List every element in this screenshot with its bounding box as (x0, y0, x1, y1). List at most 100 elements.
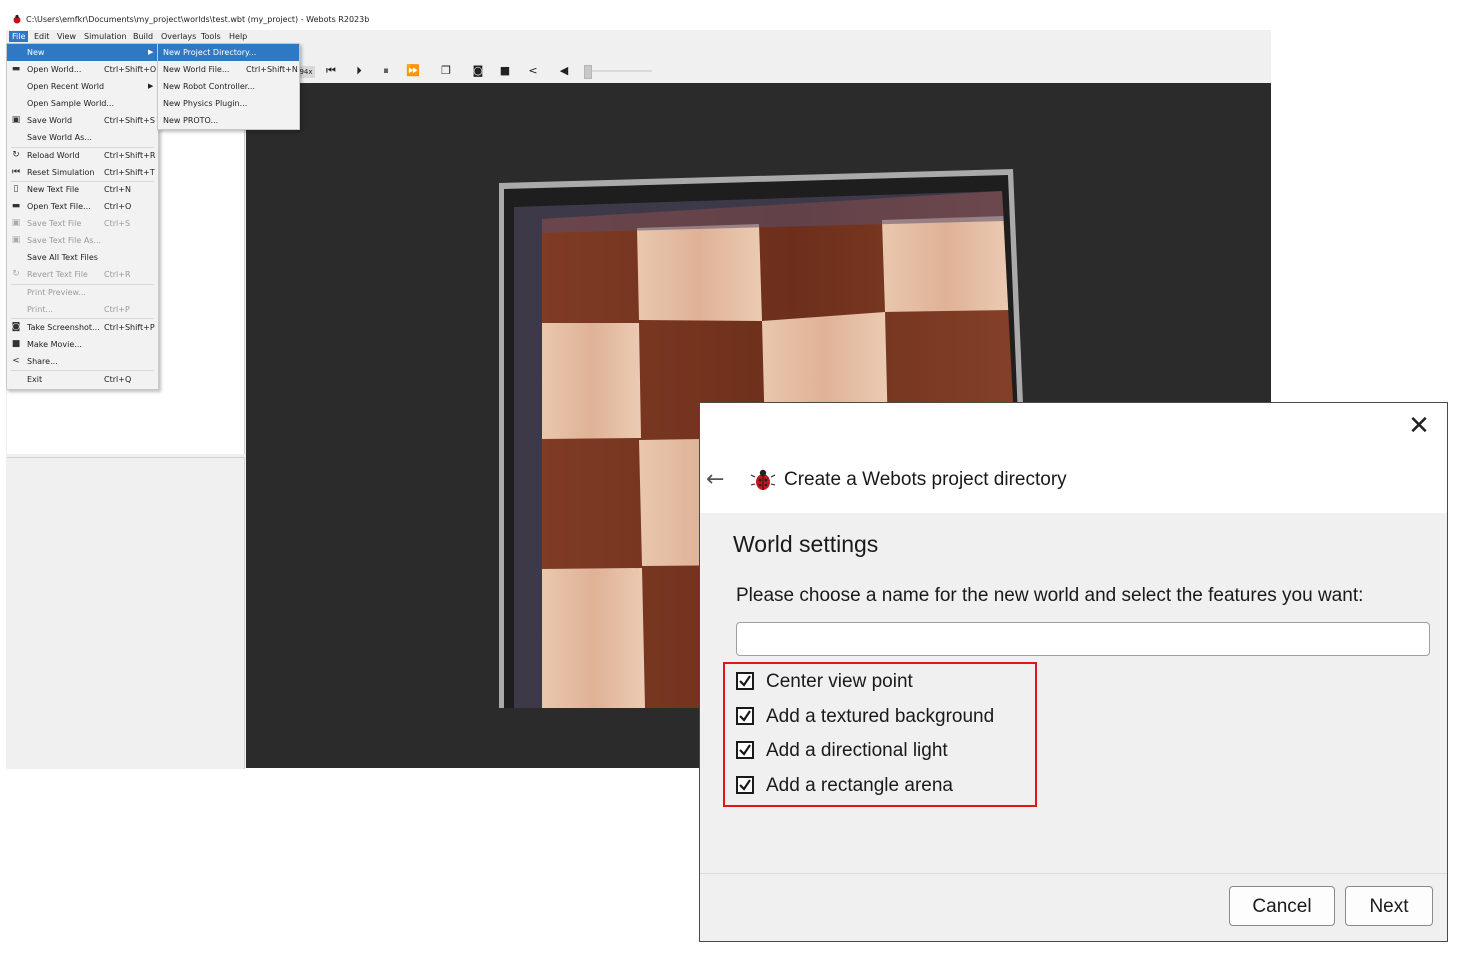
box-view-icon[interactable]: ❒ (439, 64, 453, 78)
menu-item-label: Save All Text Files (27, 253, 98, 262)
menu-item-label: New Text File (27, 185, 80, 194)
menu-item-shortcut: Ctrl+N (104, 185, 131, 194)
file-menu-new[interactable]: New ▶ (7, 44, 158, 61)
dialog-footer-divider (700, 873, 1447, 874)
step-icon[interactable]: ⏵ (352, 64, 366, 78)
share-icon[interactable]: < (526, 64, 540, 78)
file-menu-save-world[interactable]: ▣ Save World Ctrl+Shift+S (7, 112, 158, 129)
file-menu-revert-text-file: ↻ Revert Text File Ctrl+R (7, 266, 158, 283)
menu-item-label: Open Recent World (27, 82, 105, 91)
save-icon: ▣ (11, 235, 21, 245)
menu-item-shortcut: Ctrl+S (104, 219, 131, 228)
menu-item-label: Reload World (27, 151, 80, 160)
file-menu-open-world[interactable]: ▬ Open World... Ctrl+Shift+O (7, 61, 158, 78)
share-icon: < (12, 356, 20, 366)
menu-item-label: Make Movie... (27, 340, 82, 349)
new-menu-robot-controller[interactable]: New Robot Controller... (158, 78, 299, 95)
checkbox-checked-icon[interactable] (736, 776, 754, 794)
menu-item-label: Exit (27, 375, 43, 384)
dialog-title: Create a Webots project directory (784, 469, 1067, 490)
file-menu-make-movie[interactable]: ■ Make Movie... (7, 336, 158, 353)
menu-item-label: Open Text File... (27, 202, 91, 211)
new-menu-world-file[interactable]: New World File... Ctrl+Shift+N (158, 61, 299, 78)
file-menu-save-world-as[interactable]: Save World As... (7, 129, 158, 146)
menu-item-label: Reset Simulation (27, 168, 95, 177)
menu-item-label: Save Text File (27, 219, 82, 228)
menu-bar: File Edit View Simulation Build Overlays… (6, 30, 1271, 43)
submenu-arrow-icon: ▶ (148, 48, 154, 56)
checkbox-checked-icon[interactable] (736, 672, 754, 690)
menu-item-label: Revert Text File (27, 270, 88, 279)
menu-edit[interactable]: Edit (31, 31, 53, 42)
folder-icon: ▬ (11, 64, 21, 74)
reset-icon[interactable]: ⏮ (324, 64, 338, 78)
menu-item-shortcut: Ctrl+Shift+N (246, 65, 298, 74)
window-title: C:\Users\emfkr\Documents\my_project\worl… (26, 15, 370, 24)
menu-simulation[interactable]: Simulation (81, 31, 130, 42)
menu-item-label: Print Preview... (27, 288, 86, 297)
menu-item-label: New Physics Plugin... (163, 99, 248, 108)
menu-file[interactable]: File (9, 31, 29, 42)
menu-overlays[interactable]: Overlays (158, 31, 199, 42)
menu-item-label: Save World (27, 116, 73, 125)
movie-icon[interactable]: ■ (498, 64, 512, 78)
menu-item-label: New PROTO... (163, 116, 219, 125)
menu-item-shortcut: Ctrl+P (104, 305, 130, 314)
next-button[interactable]: Next (1345, 886, 1433, 926)
folder-icon: ▬ (11, 201, 21, 211)
close-icon[interactable]: ✕ (1404, 411, 1434, 441)
world-name-input[interactable] (736, 622, 1430, 656)
file-menu-reload-world[interactable]: ↻ Reload World Ctrl+Shift+R (7, 147, 158, 164)
file-menu-exit[interactable]: Exit Ctrl+Q (7, 371, 158, 388)
file-menu-open-text-file[interactable]: ▬ Open Text File... Ctrl+O (7, 198, 158, 215)
dialog-header (700, 403, 1447, 513)
menu-item-shortcut: Ctrl+Shift+O (104, 65, 157, 74)
file-menu-open-recent-world[interactable]: Open Recent World ▶ (7, 78, 158, 95)
menu-item-shortcut: Ctrl+Shift+R (104, 151, 156, 160)
movie-icon: ■ (11, 339, 21, 349)
camera-icon[interactable]: ◙ (471, 64, 485, 78)
file-menu-reset-simulation[interactable]: ⏮ Reset Simulation Ctrl+Shift+T (7, 164, 158, 181)
menu-tools[interactable]: Tools (198, 31, 224, 42)
new-menu-proto[interactable]: New PROTO... (158, 112, 299, 129)
menu-build[interactable]: Build (130, 31, 156, 42)
file-menu-save-all-text-files[interactable]: Save All Text Files (7, 249, 158, 266)
field-editor (7, 457, 245, 769)
volume-slider-handle[interactable] (584, 65, 592, 79)
new-menu-project-directory[interactable]: New Project Directory... (158, 44, 299, 61)
menu-item-shortcut: Ctrl+R (104, 270, 131, 279)
volume-slider[interactable] (586, 70, 652, 72)
menu-help[interactable]: Help (226, 31, 250, 42)
fast-forward-icon[interactable]: ⏩ (406, 64, 420, 78)
menu-item-label: Print... (27, 305, 54, 314)
menu-view[interactable]: View (54, 31, 79, 42)
option-label: Add a textured background (766, 706, 995, 727)
new-menu-physics-plugin[interactable]: New Physics Plugin... (158, 95, 299, 112)
cancel-button[interactable]: Cancel (1229, 886, 1335, 926)
webots-logo-icon (13, 14, 21, 24)
option-label: Add a rectangle arena (766, 775, 953, 796)
project-wizard-dialog: ✕ ← Create a Webots project directory Wo… (699, 402, 1448, 942)
menu-item-label: Save Text File As... (27, 236, 102, 245)
menu-item-shortcut: Ctrl+O (104, 202, 132, 211)
file-menu: New ▶ ▬ Open World... Ctrl+Shift+O Open … (6, 43, 159, 390)
menu-item-label: New Robot Controller... (163, 82, 255, 91)
back-arrow-icon[interactable]: ← (706, 465, 730, 495)
file-menu-take-screenshot[interactable]: ◙ Take Screenshot... Ctrl+Shift+P (7, 319, 158, 336)
file-menu-share[interactable]: < Share... (7, 353, 158, 370)
pause-icon[interactable]: ⏸ (379, 64, 393, 78)
save-icon: ▣ (11, 115, 21, 125)
window-titlebar: C:\Users\emfkr\Documents\my_project\worl… (0, 10, 1270, 30)
option-label: Add a directional light (766, 740, 948, 761)
volume-icon[interactable]: ◀ (557, 64, 571, 78)
menu-item-shortcut: Ctrl+Shift+S (104, 116, 155, 125)
file-menu-print: Print... Ctrl+P (7, 301, 158, 318)
menu-item-label: Take Screenshot... (27, 323, 100, 332)
menu-item-shortcut: Ctrl+Shift+T (104, 168, 155, 177)
file-menu-open-sample-world[interactable]: Open Sample World... (7, 95, 158, 112)
file-menu-new-text-file[interactable]: ▯ New Text File Ctrl+N (7, 181, 158, 198)
checkbox-checked-icon[interactable] (736, 741, 754, 759)
checkbox-checked-icon[interactable] (736, 707, 754, 725)
instruction-text: Please choose a name for the new world a… (736, 585, 1364, 606)
submenu-arrow-icon: ▶ (148, 82, 154, 90)
